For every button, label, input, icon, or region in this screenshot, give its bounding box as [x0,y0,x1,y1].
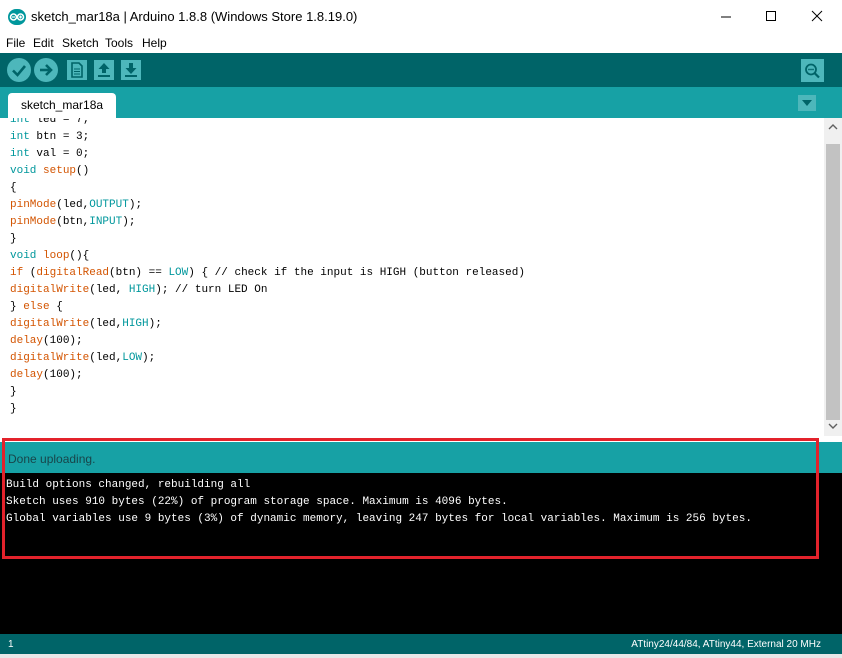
minimize-icon [721,16,731,18]
open-button[interactable] [94,60,114,80]
code-line: int btn = 3; [10,131,90,143]
code-line: int val = 0; [10,148,90,160]
serial-monitor-icon [805,63,820,79]
code-editor[interactable]: int led = 7; int btn = 3; int val = 0; v… [0,118,824,436]
tab-sketch[interactable]: sketch_mar18a [8,93,116,118]
chevron-down-icon [828,423,838,429]
menu-sketch[interactable]: Sketch [62,36,99,50]
minimize-button[interactable] [704,0,750,34]
board-info: ATtiny24/44/84, ATtiny44, External 20 MH… [631,639,821,650]
scroll-down-button[interactable] [824,418,842,435]
serial-monitor-button[interactable] [801,59,824,82]
footer-bar: 1 ATtiny24/44/84, ATtiny44, External 20 … [0,634,842,654]
code-text: int led = 7; int btn = 3; int val = 0; v… [10,118,525,418]
verify-icon [12,65,26,77]
code-line: pinMode(led,OUTPUT); [10,199,143,211]
window-title: sketch_mar18a | Arduino 1.8.8 (Windows S… [31,9,358,24]
editor-scrollbar[interactable] [824,118,842,436]
menu-tools[interactable]: Tools [105,36,133,50]
menu-edit[interactable]: Edit [33,36,54,50]
close-icon [811,10,823,22]
menu-file[interactable]: File [6,36,25,50]
line-number: 1 [8,639,14,650]
open-icon [98,63,110,77]
code-line: pinMode(btn,INPUT); [10,216,136,228]
maximize-button[interactable] [749,0,795,34]
maximize-icon [766,11,776,21]
menu-bar: File Edit Sketch Tools Help [0,34,842,53]
code-line: } else { [10,301,63,313]
code-line: void loop(){ [10,250,90,262]
close-button[interactable] [795,0,841,34]
code-line: } [10,386,17,398]
code-line: if (digitalRead(btn) == LOW) { // check … [10,267,525,279]
tab-menu-button[interactable] [798,95,816,111]
window-bottom-edge [0,654,842,658]
new-button[interactable] [67,60,87,80]
code-line: { [10,182,17,194]
arduino-logo-icon [8,9,26,25]
tab-bar: sketch_mar18a [0,87,842,118]
scroll-up-button[interactable] [824,119,842,136]
code-line: delay(100); [10,335,83,347]
new-icon [71,62,83,78]
save-icon [125,63,137,77]
code-line: } [10,403,17,415]
menu-help[interactable]: Help [142,36,167,50]
title-bar: sketch_mar18a | Arduino 1.8.8 (Windows S… [0,0,842,34]
upload-button[interactable] [34,58,58,82]
code-line: int led = 7; [10,118,90,126]
chevron-up-icon [828,124,838,130]
code-line: digitalWrite(led,HIGH); [10,318,162,330]
code-line: delay(100); [10,369,83,381]
verify-button[interactable] [7,58,31,82]
upload-icon [40,64,53,76]
code-line: } [10,233,17,245]
tab-label: sketch_mar18a [21,98,104,112]
chevron-down-icon [802,100,812,106]
save-button[interactable] [121,60,141,80]
code-line: digitalWrite(led,LOW); [10,352,156,364]
highlight-box [2,438,819,559]
code-line: digitalWrite(led, HIGH); // turn LED On [10,284,268,296]
toolbar [0,53,842,87]
code-line: void setup() [10,165,90,177]
scroll-thumb[interactable] [826,144,840,420]
